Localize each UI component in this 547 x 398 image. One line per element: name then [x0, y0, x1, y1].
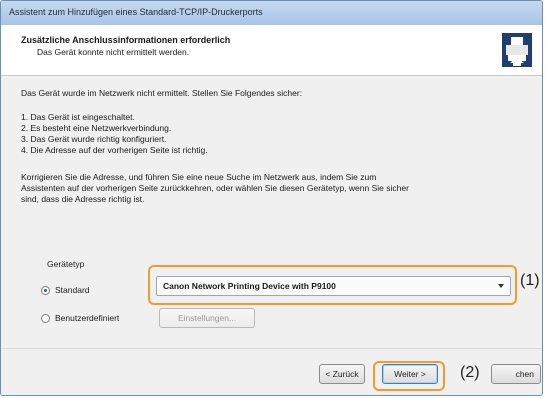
- checklist-item-2: 2. Es besteht eine Netzwerkverbindung.: [21, 123, 172, 133]
- standard-radio-label[interactable]: Standard: [55, 285, 90, 295]
- instructions-line-2: Assistenten auf der vorherigen Seite zur…: [21, 183, 409, 193]
- checklist-item-3: 3. Das Gerät wurde richtig konfiguriert.: [21, 134, 167, 144]
- wizard-window: Assistent zum Hinzufügen eines Standard-…: [0, 0, 543, 396]
- header-subtitle: Das Gerät konnte nicht ermittelt werden.: [37, 47, 190, 57]
- standard-radio[interactable]: [41, 286, 50, 295]
- cancel-button[interactable]: chen: [491, 364, 541, 384]
- custom-radio-label[interactable]: Benutzerdefiniert: [55, 313, 119, 323]
- settings-button[interactable]: Einstellungen...: [159, 308, 255, 328]
- custom-radio[interactable]: [41, 314, 50, 323]
- wizard-header: Zusätzliche Anschlussinformationen erfor…: [1, 25, 542, 76]
- callout-1-label: (1): [520, 272, 540, 289]
- instructions-line-3: sind, dass die Adresse richtig ist.: [21, 194, 145, 204]
- checklist-item-1: 1. Das Gerät ist eingeschaltet.: [21, 112, 135, 122]
- callout-2-label: (2): [460, 364, 480, 381]
- window-title: Assistent zum Hinzufügen eines Standard-…: [9, 7, 263, 17]
- back-button[interactable]: < Zurück: [319, 364, 365, 384]
- wizard-content: Das Gerät wurde im Netzwerk nicht ermitt…: [1, 76, 542, 349]
- callout-2-highlight: [373, 361, 445, 391]
- device-type-label: Gerätetyp: [47, 259, 85, 269]
- callout-1-highlight: [148, 265, 517, 305]
- intro-text: Das Gerät wurde im Netzwerk nicht ermitt…: [21, 88, 303, 98]
- title-bar: Assistent zum Hinzufügen eines Standard-…: [1, 1, 542, 26]
- instructions-line-1: Korrigieren Sie die Adresse, und führen …: [21, 172, 377, 182]
- printer-icon: [502, 33, 532, 67]
- checklist-item-4: 4. Die Adresse auf der vorherigen Seite …: [21, 145, 208, 155]
- header-title: Zusätzliche Anschlussinformationen erfor…: [21, 35, 231, 45]
